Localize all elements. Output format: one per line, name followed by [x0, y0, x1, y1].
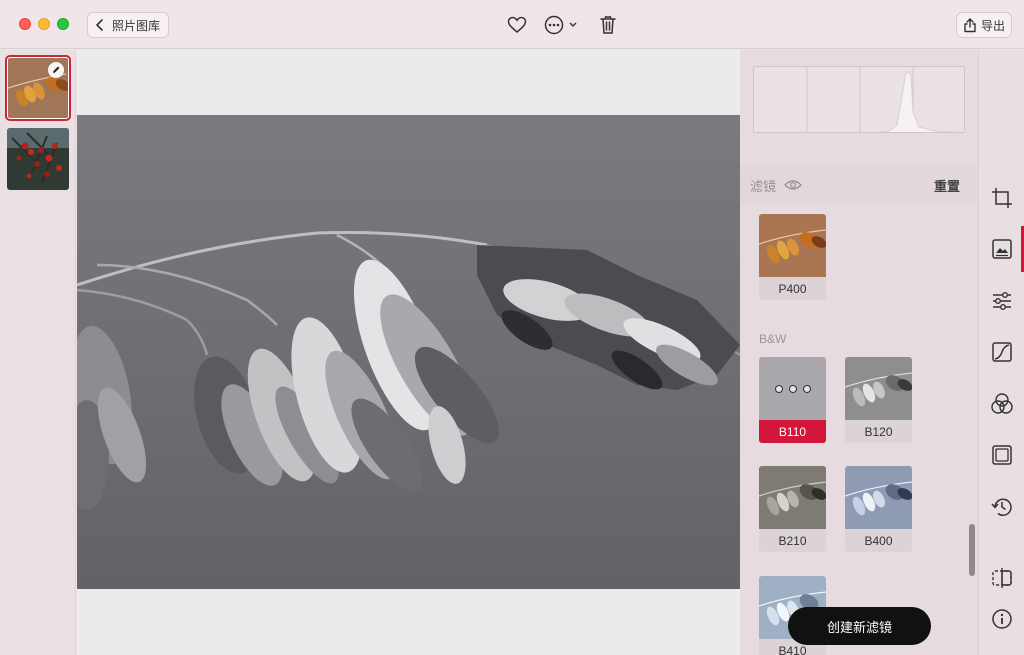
- back-to-library-button[interactable]: 照片图库: [87, 12, 169, 38]
- main-photo[interactable]: [77, 115, 740, 589]
- histogram-graph: [806, 67, 959, 132]
- export-button[interactable]: 导出: [956, 12, 1012, 38]
- color-mix-icon[interactable]: [990, 392, 1014, 416]
- bw-section-label: B&W: [759, 332, 787, 346]
- filter-b110[interactable]: B110: [759, 357, 826, 443]
- compare-icon[interactable]: [990, 566, 1014, 590]
- filter-preview-b210: [759, 466, 826, 529]
- filter-preview-b120: [845, 357, 912, 420]
- back-label: 照片图库: [112, 18, 161, 33]
- close-window-button[interactable]: [19, 18, 31, 30]
- more-options-button[interactable]: [544, 13, 582, 37]
- histogram: [753, 66, 965, 133]
- filter-b210[interactable]: B210: [759, 466, 826, 552]
- crop-icon[interactable]: [990, 186, 1014, 210]
- red-berries-thumb[interactable]: [7, 128, 69, 190]
- share-icon: [964, 17, 976, 32]
- eye-icon[interactable]: [784, 179, 802, 191]
- info-icon[interactable]: [990, 607, 1014, 631]
- edit-panel: 滤镜 重置 P400 B&W B110 B120 B210 B400 B410 …: [740, 50, 978, 655]
- filter-label: B400: [845, 529, 912, 552]
- pencil-icon: [53, 66, 60, 73]
- maximize-window-button[interactable]: [57, 18, 69, 30]
- filter-p400[interactable]: P400: [759, 214, 826, 300]
- filter-title: 滤镜: [750, 178, 777, 194]
- more-icon: [544, 15, 577, 35]
- filter-icon[interactable]: [990, 237, 1014, 261]
- trash-icon: [600, 16, 616, 34]
- thumbnail-strip: [0, 50, 76, 655]
- filter-label: B120: [845, 420, 912, 443]
- red-berries-image: [7, 128, 69, 190]
- filter-options-icon[interactable]: [759, 357, 826, 420]
- delete-button[interactable]: [597, 13, 619, 37]
- adjust-icon[interactable]: [990, 289, 1014, 313]
- filter-label: P400: [759, 277, 826, 300]
- history-icon[interactable]: [990, 495, 1014, 519]
- edited-badge: [48, 62, 64, 78]
- filter-preview-b400: [845, 466, 912, 529]
- minimize-window-button[interactable]: [38, 18, 50, 30]
- filter-b400[interactable]: B400: [845, 466, 912, 552]
- photo-canvas: [77, 50, 740, 655]
- dried-grass-thumb[interactable]: [5, 55, 71, 121]
- filter-preview-p400: [759, 214, 826, 277]
- filter-b120[interactable]: B120: [845, 357, 912, 443]
- create-new-filter-button[interactable]: 创建新滤镜: [788, 607, 931, 645]
- favorite-button[interactable]: [505, 13, 529, 37]
- title-bar: 照片图库 导出: [0, 0, 1024, 49]
- curves-icon[interactable]: [990, 340, 1014, 364]
- export-label: 导出: [980, 18, 1005, 33]
- tool-rail: [978, 50, 1024, 655]
- filter-section-header: 滤镜 重置: [740, 165, 978, 205]
- filter-label: B110: [759, 420, 826, 443]
- filter-list-scrollbar[interactable]: [969, 524, 975, 576]
- reset-button[interactable]: 重置: [934, 176, 960, 195]
- grass-photo-image: [77, 115, 740, 589]
- filter-label: B210: [759, 529, 826, 552]
- back-chevron-icon: [96, 19, 103, 31]
- vignette-icon[interactable]: [990, 443, 1014, 467]
- heart-icon: [507, 16, 527, 33]
